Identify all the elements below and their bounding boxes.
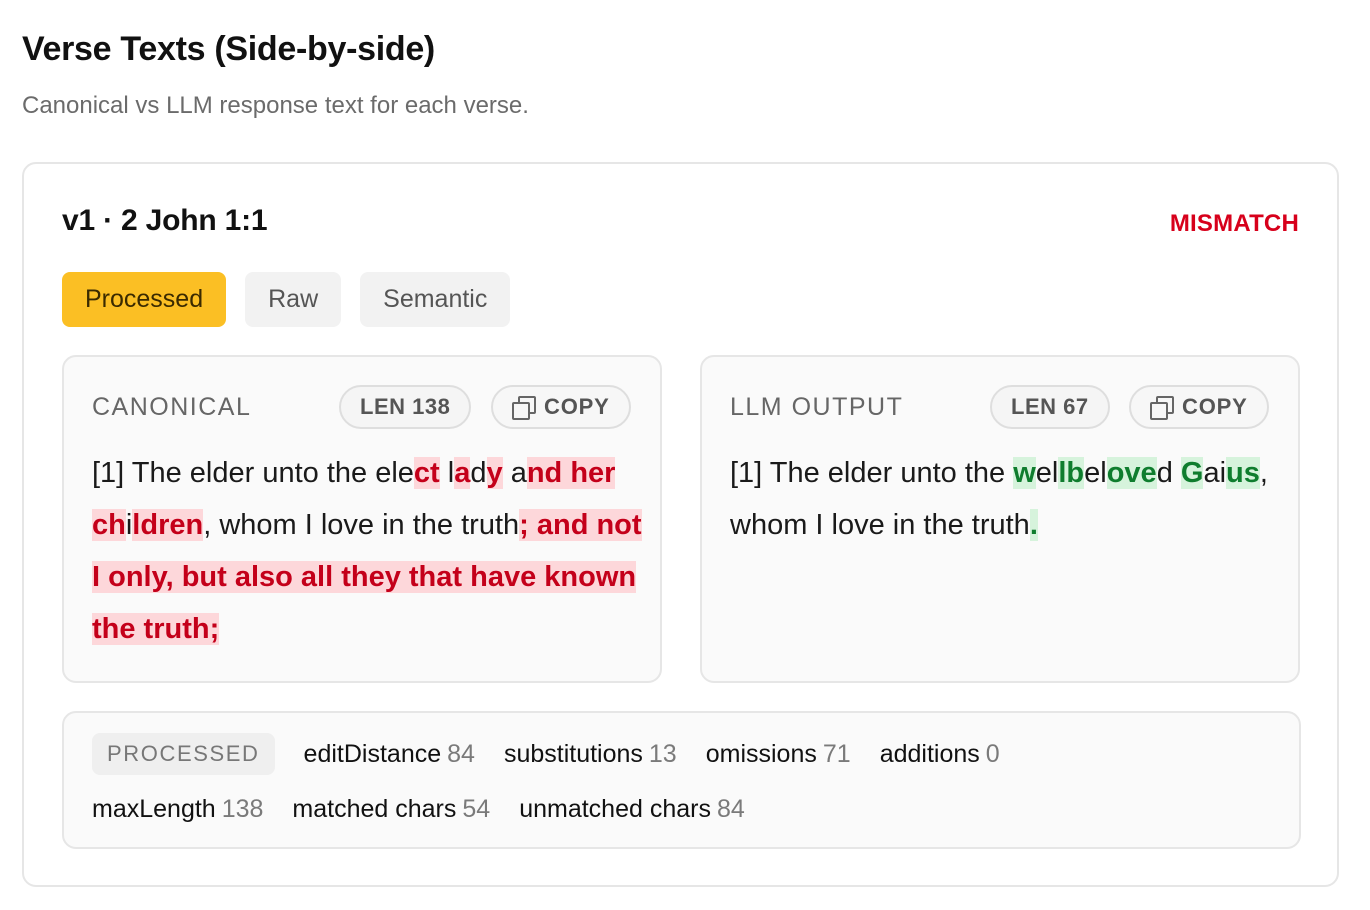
canonical-verse-text: [1] The elder unto the elect lady and he… <box>92 447 644 655</box>
llm-output-label: LLM OUTPUT <box>730 393 904 421</box>
canonical-length-badge: LEN 138 <box>339 385 472 429</box>
diff-match: el <box>1084 457 1107 489</box>
tab-raw[interactable]: Raw <box>245 272 342 327</box>
page-title: Verse Texts (Side-by-side) <box>22 30 435 68</box>
llm-output-panel: LLM OUTPUT LEN 67 COPY [1] The elder unt… <box>700 355 1300 683</box>
tab-semantic[interactable]: Semantic <box>360 272 511 327</box>
view-mode-tabs: Processed Raw Semantic <box>62 272 511 327</box>
diff-match: a <box>502 457 527 489</box>
metrics-panel: PROCESSED editDistance 84 substitutions 13… <box>62 711 1301 849</box>
diff-deletion: y <box>486 457 503 489</box>
verse-reference: v1 · 2 John 1:1 <box>62 204 268 237</box>
canonical-panel: CANONICAL LEN 138 COPY [1] The elder unt… <box>62 355 662 683</box>
canonical-label: CANONICAL <box>92 393 252 421</box>
diff-deletion: ldren <box>132 509 204 541</box>
metric-matched-chars: matched chars 54 <box>292 795 491 823</box>
diff-deletion: a <box>454 457 471 489</box>
llm-verse-text: [1] The elder unto the wellbeloved Gaius… <box>730 447 1282 551</box>
diff-match: l <box>439 457 455 489</box>
diff-match: el <box>1035 457 1059 489</box>
llm-copy-button[interactable]: COPY <box>1129 385 1269 429</box>
page-subtitle: Canonical vs LLM response text for each … <box>22 92 529 119</box>
status-badge: MISMATCH <box>1169 210 1299 237</box>
copy-icon <box>512 396 536 420</box>
diff-match: [1] The elder unto the <box>730 457 1014 489</box>
diff-match: [1] The elder unto the ele <box>92 457 414 489</box>
metrics-mode-tag: PROCESSED <box>92 733 275 775</box>
diff-insertion: . <box>1029 509 1038 541</box>
metrics-row: PROCESSED editDistance 84 substitutions 13… <box>92 733 1000 775</box>
canonical-copy-button[interactable]: COPY <box>491 385 631 429</box>
metric-max-length: maxLength 138 <box>92 795 264 823</box>
diff-match: ai <box>1203 457 1227 489</box>
llm-copy-label: COPY <box>1182 394 1248 419</box>
metric-substitutions: substitutions 13 <box>503 739 677 768</box>
canonical-copy-label: COPY <box>544 394 610 419</box>
diff-insertion: lb <box>1058 457 1085 489</box>
verse-card: v1 · 2 John 1:1 MISMATCH Processed Raw S… <box>22 162 1339 887</box>
tab-processed[interactable]: Processed <box>62 272 227 327</box>
copy-icon <box>1150 396 1174 420</box>
metrics-row: maxLength 138 matched chars 54 unmatched c… <box>92 795 745 824</box>
diff-match: , whom I love in the truth <box>203 509 520 541</box>
diff-insertion: w <box>1013 457 1036 489</box>
diff-insertion: us <box>1226 457 1260 489</box>
metric-additions: additions 0 <box>879 739 1000 768</box>
diff-match: d <box>1156 457 1181 489</box>
diff-insertion: G <box>1180 457 1204 489</box>
diff-match: d <box>470 457 487 489</box>
diff-insertion: ove <box>1106 457 1157 489</box>
llm-length-badge: LEN 67 <box>990 385 1110 429</box>
metric-unmatched-chars: unmatched chars 84 <box>519 795 745 823</box>
metric-omissions: omissions 71 <box>705 739 851 768</box>
metric-edit-distance: editDistance 84 <box>303 739 475 768</box>
diff-deletion: ct <box>413 457 440 489</box>
